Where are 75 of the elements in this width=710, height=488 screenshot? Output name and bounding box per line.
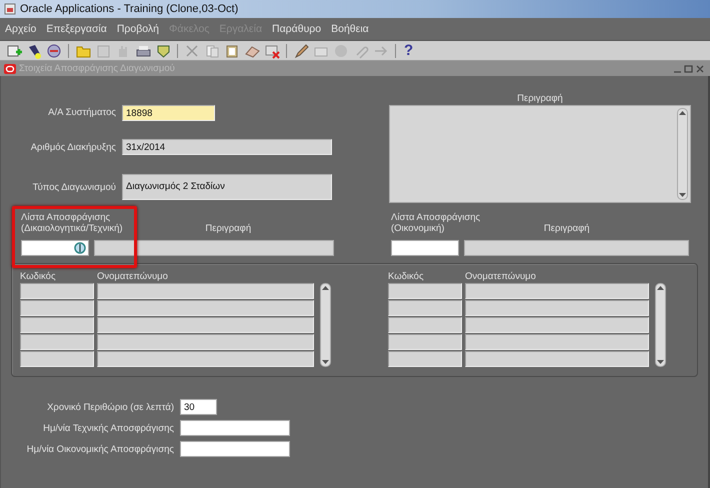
- table-cell[interactable]: [388, 351, 462, 367]
- table-cell[interactable]: [388, 300, 462, 316]
- menu-item[interactable]: Επεξεργασία: [45, 22, 108, 36]
- scrollbar[interactable]: [320, 283, 331, 367]
- description-field[interactable]: [464, 240, 689, 256]
- input-field[interactable]: [391, 240, 459, 256]
- input-field[interactable]: 18898: [122, 104, 215, 121]
- field-label: Α/Α Συστήματος: [47, 107, 116, 118]
- table-cell[interactable]: [97, 283, 314, 299]
- up-arrow-icon[interactable]: [657, 286, 664, 290]
- description-field[interactable]: [389, 105, 691, 203]
- table-cell[interactable]: [388, 283, 462, 299]
- input-field[interactable]: [180, 441, 290, 457]
- input-field[interactable]: [180, 420, 290, 436]
- field-label: Ημ/νία Τεχνικής Αποσφράγισης: [42, 422, 174, 434]
- up-arrow-icon[interactable]: [679, 111, 686, 115]
- oracle-logo-icon: [4, 64, 16, 74]
- flashlight-icon[interactable]: [26, 42, 42, 58]
- scrollbar[interactable]: [677, 108, 688, 200]
- menu-item[interactable]: Αρχείο: [4, 22, 38, 36]
- field-label: Χρονικό Περιθώριο (σε λεπτά): [46, 402, 174, 412]
- input-field[interactable]: 31x/2014: [122, 139, 332, 156]
- table-cell[interactable]: [465, 317, 649, 333]
- table-cell[interactable]: [20, 317, 94, 333]
- table-cell[interactable]: [465, 351, 649, 367]
- table-cell[interactable]: [465, 283, 649, 299]
- table-cell[interactable]: [465, 300, 649, 316]
- table-cell[interactable]: [388, 334, 462, 350]
- document-plus-icon[interactable]: [6, 42, 22, 58]
- down-arrow-icon[interactable]: [322, 360, 329, 364]
- table-cell[interactable]: [97, 300, 314, 316]
- table-cell[interactable]: [97, 351, 314, 367]
- input-field[interactable]: Διαγωνισμός 2 Σταδίων: [122, 174, 332, 200]
- field-label: (Οικονομική): [391, 223, 444, 234]
- menu-item[interactable]: Βοήθεια: [330, 22, 370, 36]
- input-field[interactable]: 30: [180, 399, 217, 415]
- column-header: Περιγραφή: [544, 223, 590, 234]
- table-cell[interactable]: [20, 334, 94, 350]
- menu-item[interactable]: Προβολή: [116, 22, 160, 36]
- description-field[interactable]: [94, 240, 334, 256]
- input-field[interactable]: [21, 240, 89, 256]
- field-label: Τύπος Διαγωνισμού: [32, 182, 116, 193]
- delete-icon[interactable]: [264, 42, 280, 58]
- column-header: Κωδικός: [20, 271, 57, 282]
- column-header: Περιγραφή: [205, 223, 252, 234]
- table-cell[interactable]: [97, 334, 314, 350]
- help-button[interactable]: ?: [402, 42, 416, 58]
- field-label: Περιγραφή: [517, 93, 563, 104]
- field-label: Λίστα Αποσφράγισης: [391, 212, 482, 223]
- copy-icon[interactable]: [204, 42, 220, 58]
- field-label: (Δικαιολογητικά/Τεχνική): [21, 223, 123, 234]
- circle-icon[interactable]: [46, 42, 62, 58]
- table-cell[interactable]: [97, 317, 314, 333]
- field-label: Ημ/νία Οικονομικής Αποσφράγισης: [26, 444, 174, 454]
- circle-icon[interactable]: [74, 242, 86, 254]
- app-icon: [4, 3, 16, 15]
- column-header: Ονοματεπώνυμο: [97, 271, 169, 282]
- field-label: Λίστα Αποσφράγισης: [21, 212, 112, 223]
- table-cell[interactable]: [20, 300, 94, 316]
- clipboard-icon[interactable]: [224, 42, 240, 58]
- up-arrow-icon[interactable]: [322, 286, 329, 290]
- scrollbar[interactable]: [655, 283, 666, 367]
- table-cell[interactable]: [20, 351, 94, 367]
- down-arrow-icon[interactable]: [657, 360, 664, 364]
- window-controls-icon[interactable]: [672, 64, 706, 74]
- field-label: Αριθμός Διακήρυξης: [30, 142, 116, 153]
- menu-item[interactable]: Παράθυρο: [271, 22, 322, 36]
- down-arrow-icon[interactable]: [679, 193, 686, 197]
- table-cell[interactable]: [388, 317, 462, 333]
- column-header: Ονοματεπώνυμο: [465, 271, 537, 282]
- scissors-icon[interactable]: [184, 42, 200, 58]
- table-cell[interactable]: [20, 283, 94, 299]
- column-header: Κωδικός: [388, 271, 425, 282]
- window-title: Oracle Applications - Training (Clone,03-Oct): [20, 3, 238, 15]
- table-cell[interactable]: [465, 334, 649, 350]
